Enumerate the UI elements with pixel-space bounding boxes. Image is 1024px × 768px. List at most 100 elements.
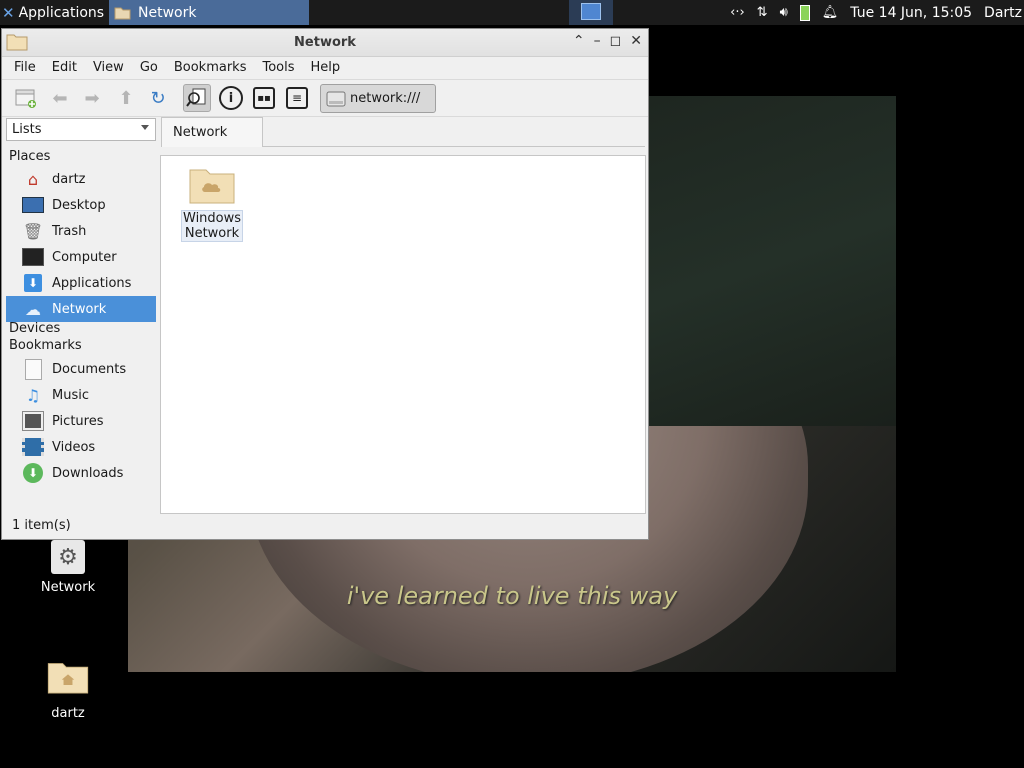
location-text: network:/// (350, 91, 421, 106)
pictures-icon (22, 410, 44, 432)
info-button[interactable]: i (217, 84, 245, 112)
window-titlebar[interactable]: Network ⌃ – ◻ ✕ (2, 29, 648, 57)
arrow-left-icon: ⬅ (52, 87, 68, 109)
reload-button[interactable]: ↻ (144, 84, 172, 112)
file-manager-window: Network ⌃ – ◻ ✕ File Edit View Go Bookma… (1, 28, 649, 540)
list-view-icon: ≡ (286, 87, 308, 109)
system-tray: ‹·› ⇅ 🔊︎ 🔔︎ Tue 14 Jun, 15:05 Dartz (730, 0, 1024, 25)
drive-icon (326, 91, 346, 106)
back-button[interactable]: ⬅ (46, 84, 74, 112)
minimize-button[interactable]: – (594, 33, 601, 49)
wallpaper-shadow (648, 96, 896, 426)
sidebar-section-places: Places (9, 149, 51, 164)
menu-file[interactable]: File (14, 60, 36, 75)
sidebar-item-computer[interactable]: Computer (6, 244, 156, 270)
sidebar-item-network[interactable]: ☁ Network (6, 296, 156, 322)
volume-icon[interactable]: 🔊︎ (780, 5, 788, 20)
sidebar-item-applications[interactable]: ⬇ Applications (6, 270, 156, 296)
workspace-switcher[interactable] (569, 0, 613, 25)
side-pane-selector-value: Lists (12, 122, 42, 137)
sidebar-item-documents[interactable]: Documents (6, 356, 156, 382)
menu-view[interactable]: View (93, 60, 124, 75)
desktop-icon-dartz[interactable]: dartz (23, 660, 113, 721)
clock[interactable]: Tue 14 Jun, 15:05 (850, 5, 972, 21)
sidebar-item-desktop[interactable]: Desktop (6, 192, 156, 218)
top-panel: ✕ Applications ⋮ Network ‹·› ⇅ 🔊︎ 🔔︎ Tue… (0, 0, 1024, 25)
sidebar-item-downloads[interactable]: ⬇ Downloads (6, 460, 156, 486)
sidebar-item-label: dartz (52, 171, 86, 187)
sidebar-item-label: Music (52, 387, 89, 403)
file-view[interactable]: Windows Network (160, 155, 646, 514)
arrow-up-icon: ⬆ (118, 87, 134, 109)
file-item-label-line2: Network (184, 226, 240, 241)
folder-icon (114, 7, 131, 19)
tab-network[interactable]: Network (161, 117, 263, 147)
file-item-label: Windows Network (181, 210, 243, 242)
menu-bookmarks[interactable]: Bookmarks (174, 60, 247, 75)
applications-icon: ⬇ (22, 272, 44, 294)
sidebar-item-pictures[interactable]: Pictures (6, 408, 156, 434)
battery-icon[interactable] (799, 4, 810, 21)
workspace-1[interactable] (581, 3, 601, 20)
icon-view-button[interactable]: ▪▪ (250, 84, 278, 112)
chevron-down-icon (141, 125, 149, 130)
sidebar-item-label: Computer (52, 249, 117, 265)
downloads-icon: ⬇ (22, 462, 44, 484)
sidebar-section-bookmarks: Bookmarks (9, 338, 82, 353)
computer-icon (22, 246, 44, 268)
grid-view-icon: ▪▪ (253, 87, 275, 109)
shade-button[interactable]: ⌃ (573, 33, 585, 49)
window-title: Network (294, 35, 356, 50)
sidebar-item-label: Downloads (52, 465, 124, 481)
notification-bell-icon[interactable]: 🔔︎ (822, 5, 839, 20)
maximize-button[interactable]: ◻ (610, 33, 622, 49)
toolbar: ⬅ ➡ ⬆ ↻ i ▪▪ ≡ network:/// (2, 79, 648, 117)
menu-help[interactable]: Help (311, 60, 341, 75)
side-pane-selector[interactable]: Lists (6, 118, 156, 141)
menu-go[interactable]: Go (140, 60, 158, 75)
up-button[interactable]: ⬆ (112, 84, 140, 112)
sidebar-item-label: Videos (52, 439, 96, 455)
xfce-logo-icon: ✕ (2, 3, 15, 22)
sidebar-item-label: Network (52, 301, 107, 317)
sidebar-item-music[interactable]: ♫ Music (6, 382, 156, 408)
sidebar-item-videos[interactable]: Videos (6, 434, 156, 460)
taskbar-label: Network (138, 4, 197, 21)
forward-button[interactable]: ➡ (78, 84, 106, 112)
applications-menu-button[interactable]: ✕ Applications ⋮ (0, 0, 122, 25)
desktop-icon-network[interactable]: ⚙ Network (23, 540, 113, 595)
tab-divider (263, 146, 645, 147)
documents-icon (22, 358, 44, 380)
applications-menu-label: Applications (18, 4, 105, 21)
menu-bar: File Edit View Go Bookmarks Tools Help (2, 56, 648, 78)
new-tab-button[interactable] (12, 84, 40, 112)
menu-tools[interactable]: Tools (262, 60, 294, 75)
arrow-right-icon: ➡ (84, 87, 100, 109)
sidebar-item-trash[interactable]: 🗑︎ Trash (6, 218, 156, 244)
sidebar-section-devices: Devices (9, 321, 61, 336)
close-button[interactable]: ✕ (630, 33, 642, 49)
user-menu[interactable]: Dartz (984, 5, 1022, 21)
sidebar-item-dartz[interactable]: ⌂ dartz (6, 166, 156, 192)
tab-label: Network (173, 125, 228, 140)
transfer-icon[interactable]: ⇅ (757, 5, 768, 20)
find-files-button[interactable] (183, 84, 211, 112)
desktop-icon-label: Network (40, 580, 96, 595)
gear-icon: ⚙ (51, 540, 85, 574)
menu-edit[interactable]: Edit (52, 60, 77, 75)
list-view-button[interactable]: ≡ (283, 84, 311, 112)
file-item-label-line1: Windows (183, 211, 242, 226)
trash-icon: 🗑︎ (22, 221, 44, 241)
network-status-icon[interactable]: ‹·› (730, 5, 745, 20)
location-bar[interactable]: network:/// (320, 84, 436, 113)
magnifier-icon (186, 88, 206, 107)
file-item-windows-network[interactable]: Windows Network (181, 166, 243, 242)
reload-icon: ↻ (150, 87, 166, 109)
desktop-icon (22, 194, 44, 216)
music-icon: ♫ (25, 385, 41, 405)
desktop-icon-label: dartz (51, 706, 85, 721)
taskbar-button-network[interactable]: Network (109, 0, 309, 25)
sidebar-item-label: Documents (52, 361, 127, 377)
home-folder-icon (47, 663, 89, 694)
sidebar-item-label: Applications (52, 275, 132, 291)
